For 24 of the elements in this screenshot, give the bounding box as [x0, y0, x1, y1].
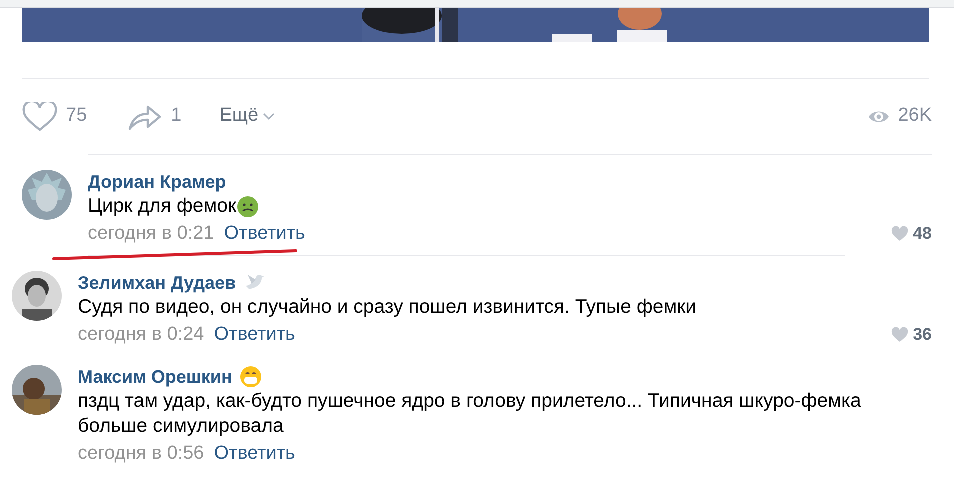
more-button[interactable]: Ещё — [220, 102, 275, 131]
mask-face-icon — [240, 366, 262, 388]
comment-time: сегодня в 0:24 — [78, 323, 204, 347]
comment-text: Судя по видео, он случайно и сразу пошел извинится. Тупые фемки — [78, 295, 697, 320]
comment-text: пздц там удар, как-будто пушечное ядро в голову прилетело... Типичная шкуро-фемка больше симулировала — [78, 389, 862, 439]
like-button[interactable]: 48 — [891, 220, 932, 248]
like-button[interactable]: 36 — [891, 321, 932, 349]
avatar — [22, 170, 72, 220]
reply-link[interactable]: Ответить — [214, 440, 296, 468]
author-link[interactable]: Максим Орешкин — [78, 365, 232, 389]
reply-link[interactable]: Ответить — [214, 321, 296, 349]
view-count: 26K — [898, 104, 932, 128]
heart-icon — [891, 327, 910, 343]
comment-text: Цирк для фемок — [88, 194, 237, 219]
caret-icon — [262, 112, 275, 120]
sick-face-icon — [236, 196, 259, 218]
comment-time: сегодня в 0:21 — [88, 222, 214, 246]
avatar — [12, 271, 62, 321]
comment-time: сегодня в 0:56 — [78, 442, 204, 466]
reply-link[interactable]: Ответить — [224, 220, 306, 248]
avatar — [12, 365, 62, 415]
author-link[interactable]: Дориан Крамер — [88, 170, 226, 194]
heart-icon — [891, 226, 910, 242]
author-link[interactable]: Зелимхан Дудаев — [78, 271, 236, 295]
